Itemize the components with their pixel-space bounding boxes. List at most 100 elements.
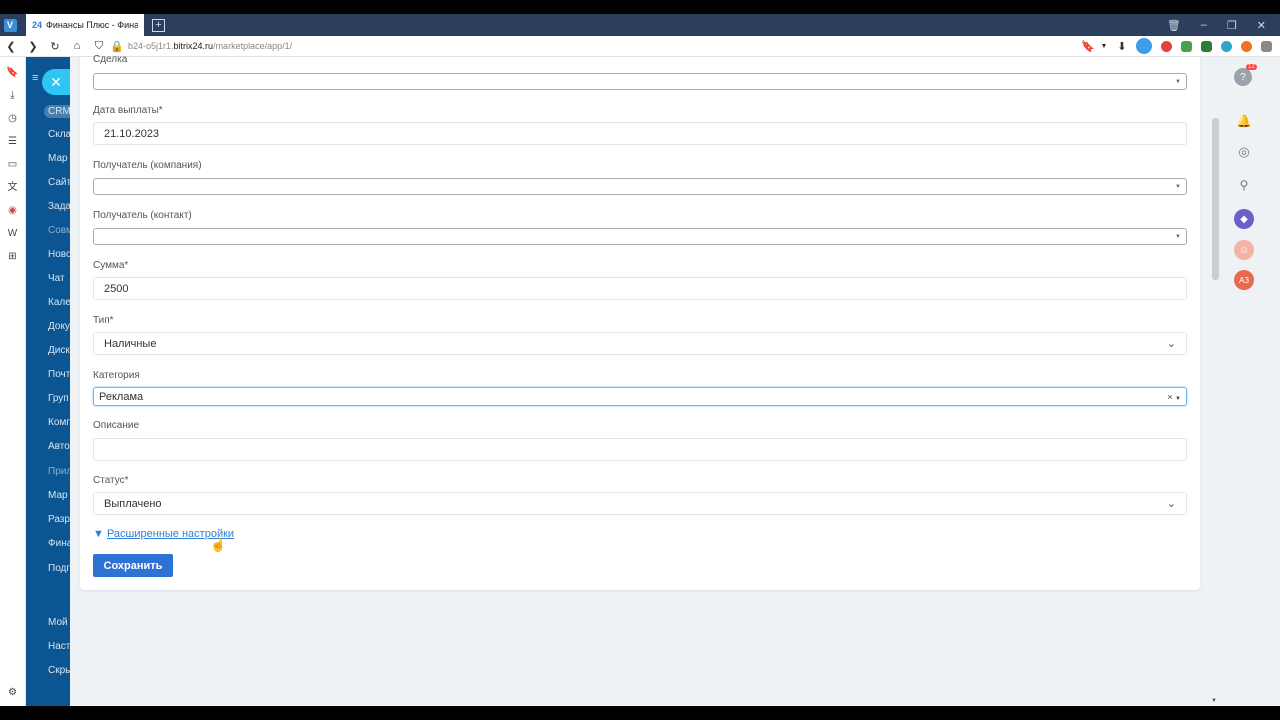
payment-date-input[interactable]: 21.10.2023 [93, 122, 1187, 145]
select-arrow-icon: ▼ [1175, 78, 1181, 85]
settings-gear-icon[interactable]: ⚙ [6, 686, 20, 700]
wikipedia-panel-icon[interactable]: W [6, 227, 20, 241]
download-icon[interactable]: ⬇ [1117, 40, 1127, 53]
forward-button[interactable]: ❯ [22, 40, 44, 53]
left-menu-item[interactable]: Мар [48, 153, 68, 164]
left-menu-item[interactable]: CRM [44, 105, 70, 118]
window-panel-icon[interactable]: ▭ [6, 158, 20, 172]
recipient-contact-label: Получатель (контакт) [93, 210, 192, 221]
left-menu-item[interactable]: Сайт [48, 177, 70, 188]
left-menu-item[interactable]: Скла [48, 129, 70, 140]
dropdown-icon[interactable]: ▼ [1100, 43, 1108, 50]
adblock-extension-icon[interactable] [1161, 40, 1172, 52]
status-select[interactable]: Выплачено ⌄ [93, 492, 1187, 515]
left-menu-item[interactable]: Доку [48, 321, 70, 332]
restore-button[interactable]: ❐ [1227, 19, 1237, 32]
save-button[interactable]: Сохранить [93, 554, 173, 577]
left-menu-item[interactable]: Мар [48, 490, 68, 501]
left-menu-item[interactable]: Скры [48, 665, 70, 676]
puzzle-extension-icon[interactable] [1181, 40, 1192, 52]
vivaldi-panel-icon[interactable]: ◉ [6, 204, 20, 218]
left-menu-item[interactable]: Ново [48, 249, 70, 260]
recipient-contact-select[interactable]: ▼ [93, 228, 1187, 245]
lock-icon: 🔒 [110, 40, 124, 53]
sheet-extension-icon[interactable] [1201, 40, 1212, 52]
back-button[interactable]: ❮ [0, 40, 22, 53]
left-menu-item[interactable]: Комп [48, 417, 70, 428]
home-button[interactable]: ⌂ [66, 40, 88, 52]
left-menu-item[interactable]: Прил [48, 466, 70, 477]
history-panel-icon[interactable]: ◷ [6, 112, 20, 126]
browser-menu-button[interactable]: V [0, 14, 20, 36]
hand-cursor-icon: ☝ [210, 537, 227, 552]
deal-select[interactable]: ▼ [93, 73, 1187, 90]
left-menu-item[interactable]: Зада [48, 201, 70, 212]
window-controls: 🗑 – ❐ ✕ [1167, 19, 1280, 32]
search-icon[interactable]: ⚲ [1234, 175, 1254, 195]
downloads-panel-icon[interactable]: ⤓ [6, 89, 20, 103]
recipient-company-label: Получатель (компания) [93, 160, 202, 171]
clear-selection-icon[interactable]: × ▼ [1167, 392, 1181, 402]
camera-extension-icon[interactable] [1261, 40, 1272, 52]
minimize-button[interactable]: – [1201, 19, 1207, 32]
copilot-icon[interactable]: ◆ [1234, 209, 1254, 229]
scroll-down-arrow-icon[interactable]: ▼ [1211, 698, 1217, 704]
fire-extension-icon[interactable] [1241, 40, 1252, 52]
left-menu-item[interactable]: Мой [48, 617, 68, 628]
type-label: Тип* [93, 315, 114, 326]
translate-panel-icon[interactable]: 文 [6, 181, 20, 195]
amount-input[interactable]: 2500 [93, 277, 1187, 300]
globe-extension-icon[interactable] [1136, 38, 1152, 54]
trash-icon[interactable]: 🗑 [1167, 19, 1181, 32]
left-menu-item[interactable]: Чат [48, 273, 65, 284]
left-menu-item[interactable]: Фина [48, 538, 70, 549]
reload-button[interactable]: ↻ [44, 40, 66, 53]
bookmarks-panel-icon[interactable]: 🔖 [6, 66, 20, 80]
vivaldi-logo-icon: V [3, 18, 17, 32]
shield-icon[interactable]: ⛉ [88, 40, 110, 53]
user-photo-avatar[interactable]: ☺ [1234, 240, 1254, 260]
description-input[interactable] [93, 438, 1187, 461]
add-panel-icon[interactable]: ⊞ [6, 250, 20, 264]
status-label: Статус* [93, 475, 129, 486]
hamburger-icon[interactable]: ≡ [32, 72, 38, 84]
bitrix24-favicon-icon: 24 [32, 20, 43, 30]
chevron-down-icon: ⌄ [1166, 498, 1176, 510]
c-extension-icon[interactable] [1221, 40, 1232, 52]
screen-top-border [0, 0, 1280, 14]
left-menu-item[interactable]: Авто [48, 441, 70, 452]
select-arrow-icon: ▼ [1175, 183, 1181, 190]
new-tab-button[interactable]: + [152, 18, 165, 32]
recipient-company-select[interactable]: ▼ [93, 178, 1187, 195]
scrollbar-thumb[interactable] [1212, 118, 1219, 280]
select-arrow-icon: ▼ [1175, 233, 1181, 240]
chat-icon[interactable]: ◎ [1234, 142, 1254, 162]
type-select[interactable]: Наличные ⌄ [93, 332, 1187, 355]
left-menu-item[interactable]: Наст [48, 641, 70, 652]
notes-panel-icon[interactable]: ☰ [6, 135, 20, 149]
bell-icon[interactable]: 🔔 [1234, 111, 1254, 131]
close-slider-button[interactable]: ✕ [42, 69, 70, 95]
category-select[interactable]: Реклама × ▼ [93, 387, 1187, 406]
browser-tab-active[interactable]: 24 Финансы Плюс - Финансо [26, 14, 144, 36]
left-menu-item[interactable]: Подг [48, 563, 70, 574]
extension-icons: 🔖 ▼ ⬇ [1081, 38, 1280, 54]
left-menu-item[interactable]: Разр [48, 514, 70, 525]
url-field[interactable]: b24-o5j1r1.bitrix24.ru/marketplace/app/1… [128, 41, 292, 51]
payment-date-label: Дата выплаты* [93, 105, 163, 116]
bitrix-right-panel: ? 12 🔔 ◎ ⚲ ◆ ☺ АЗ ▼ [1211, 57, 1280, 706]
close-window-button[interactable]: ✕ [1257, 19, 1266, 32]
slider-workarea: Сделка ▼ Дата выплаты* 21.10.2023 Получа… [70, 54, 1210, 706]
left-menu-item[interactable]: Кале [48, 297, 70, 308]
category-label: Категория [93, 370, 140, 381]
help-icon[interactable]: ? 12 [1234, 64, 1257, 86]
left-menu-item[interactable]: Диск [48, 345, 70, 356]
browser-address-bar: ❮ ❯ ↻ ⌂ ⛉ 🔒 b24-o5j1r1.bitrix24.ru/marke… [0, 36, 1280, 57]
browser-side-panel: 🔖 ⤓ ◷ ☰ ▭ 文 ◉ W ⊞ ⚙ [0, 57, 26, 706]
left-menu-item[interactable]: Груп [48, 393, 69, 404]
left-menu-item[interactable]: Почт [48, 369, 70, 380]
left-menu-item[interactable]: Совм [48, 225, 70, 236]
bookmark-icon[interactable]: 🔖 [1081, 40, 1095, 53]
help-badge: 12 [1246, 64, 1257, 70]
avatar[interactable]: АЗ [1234, 270, 1254, 290]
